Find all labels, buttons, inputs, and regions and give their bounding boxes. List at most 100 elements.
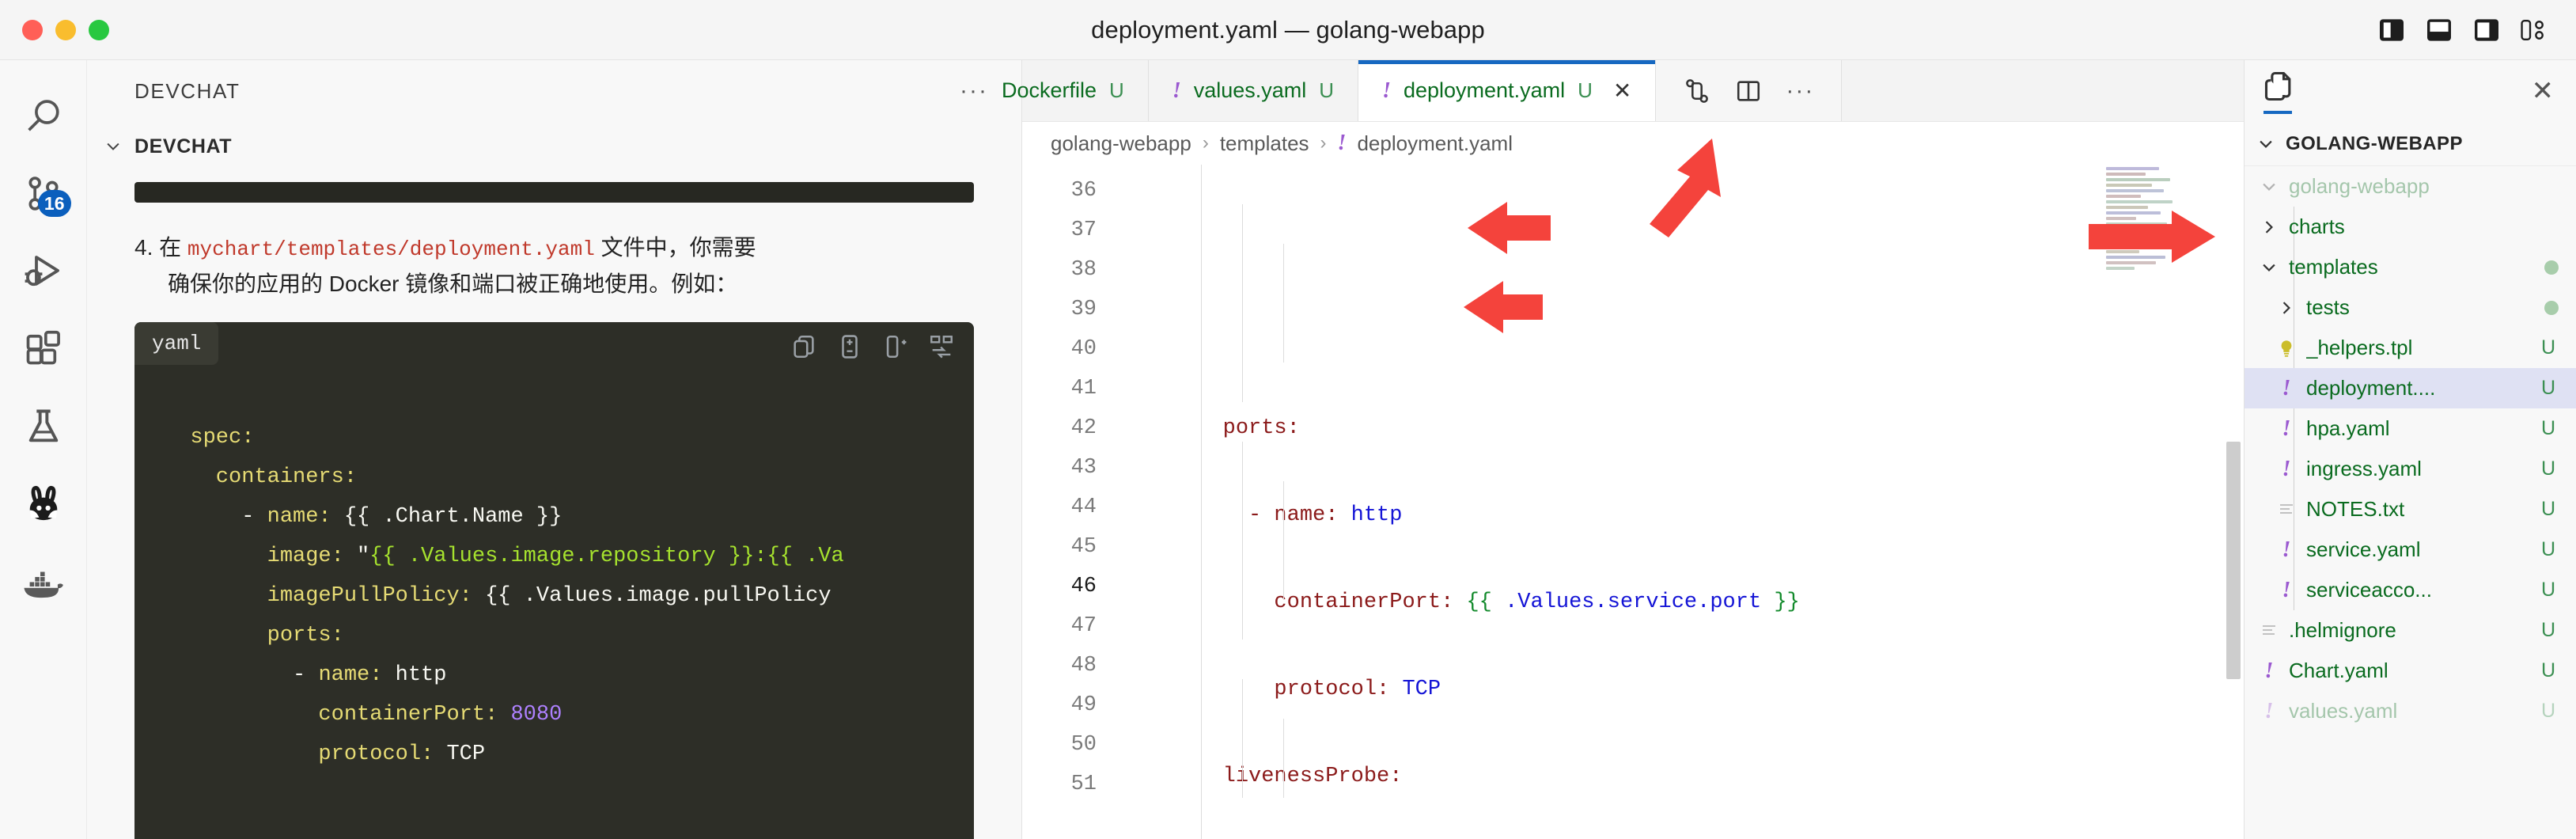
editor-more-actions-button[interactable]: ··· xyxy=(1786,79,1814,103)
tree-item-status: U xyxy=(2538,619,2559,642)
explorer-root-header[interactable]: GOLANG-WEBAPP xyxy=(2245,122,2576,166)
tree-item-status: U xyxy=(2538,498,2559,521)
text-file-icon xyxy=(2276,500,2297,519)
line-number-gutter: 36 37 38 39 40 41 42 43 44 45 46 47 48 4… xyxy=(1022,165,1116,839)
editor-minimap[interactable] xyxy=(2106,165,2182,355)
toggle-secondary-sidebar-icon[interactable] xyxy=(2473,18,2500,42)
customize-layout-icon[interactable] xyxy=(2521,18,2548,42)
compare-icon[interactable] xyxy=(1683,77,1711,105)
tab-git-status: U xyxy=(1578,78,1593,103)
tab-git-status: U xyxy=(1319,78,1334,103)
tree-item-status: U xyxy=(2538,417,2559,440)
tab-dockerfile[interactable]: Dockerfile U xyxy=(1022,60,1149,121)
code-line[interactable]: ports: xyxy=(1116,408,2244,448)
toggle-primary-sidebar-icon[interactable] xyxy=(2378,18,2405,42)
search-icon xyxy=(23,96,64,137)
title-bar: deployment.yaml — golang-webapp xyxy=(0,0,2576,60)
breadcrumb-item-file[interactable]: deployment.yaml xyxy=(1357,131,1513,156)
open-editors-icon[interactable] xyxy=(2262,69,2297,114)
close-sidebar-button[interactable]: ✕ xyxy=(2532,78,2556,104)
breadcrumb: golang-webapp › templates › ! deployment… xyxy=(1022,122,2244,165)
previous-code-block-edge xyxy=(134,182,974,203)
devchat-section-label: DEVCHAT xyxy=(134,135,232,158)
diff-icon[interactable] xyxy=(928,333,955,360)
tree-item-service-yaml[interactable]: ! service.yaml U xyxy=(2245,530,2576,570)
line-number: 47 xyxy=(1022,606,1097,646)
activity-item-devchat[interactable] xyxy=(0,465,87,543)
code-line[interactable]: - name: http xyxy=(1116,495,2244,535)
devchat-more-actions-button[interactable]: ··· xyxy=(960,79,988,103)
tree-item-status: U xyxy=(2538,336,2559,359)
tab-label: deployment.yaml xyxy=(1404,78,1565,103)
tree-item-label: templates xyxy=(2289,255,2535,279)
new-file-icon[interactable] xyxy=(882,333,909,360)
code-line[interactable]: livenessProbe: xyxy=(1116,757,2244,796)
activity-item-source-control[interactable]: 16 xyxy=(0,155,87,233)
code-editor[interactable]: 36 37 38 39 40 41 42 43 44 45 46 47 48 4… xyxy=(1022,165,2244,839)
code-content[interactable]: ports: - name: http containerPort: {{ .V… xyxy=(1116,165,2244,839)
activity-item-testing[interactable] xyxy=(0,388,87,465)
line-number: 39 xyxy=(1022,290,1097,329)
tree-item-charts[interactable]: charts xyxy=(2245,207,2576,247)
tree-item-templates[interactable]: templates xyxy=(2245,247,2576,287)
tree-item-helmignore[interactable]: .helmignore U xyxy=(2245,610,2576,651)
editor-tabs: Dockerfile U ! values.yaml U ! deploymen… xyxy=(1022,60,2244,122)
activity-item-run-and-debug[interactable] xyxy=(0,233,87,310)
text-file-icon xyxy=(2259,621,2279,640)
tree-item-status: U xyxy=(2538,659,2559,682)
tree-item-label: tests xyxy=(2306,295,2535,320)
tree-item-label: serviceacco... xyxy=(2306,578,2529,602)
activity-item-extensions[interactable] xyxy=(0,310,87,388)
copy-icon[interactable] xyxy=(790,333,817,360)
tab-git-status: U xyxy=(1109,78,1124,103)
devchat-section-header[interactable]: DEVCHAT xyxy=(87,122,1021,171)
vscode-window: deployment.yaml — golang-webapp xyxy=(0,0,2576,839)
breadcrumb-item-project[interactable]: golang-webapp xyxy=(1051,131,1191,156)
tree-item-label: _helpers.tpl xyxy=(2306,336,2529,360)
scrollbar-thumb[interactable] xyxy=(2226,442,2241,679)
code-block-actions xyxy=(790,333,955,360)
tree-item-tests[interactable]: tests xyxy=(2245,287,2576,328)
code-line[interactable]: containerPort: {{ .Values.service.port }… xyxy=(1116,583,2244,622)
tree-item-label: values.yaml xyxy=(2289,699,2529,723)
git-modified-dot xyxy=(2544,301,2559,315)
editor-scrollbar[interactable] xyxy=(2222,165,2244,839)
line-number: 41 xyxy=(1022,369,1097,408)
assistant-message: 4. 在 mychart/templates/deployment.yaml 文… xyxy=(87,203,1021,302)
line-number: 49 xyxy=(1022,685,1097,725)
breadcrumb-item-folder[interactable]: templates xyxy=(1220,131,1309,156)
activity-item-search[interactable] xyxy=(0,78,87,155)
rabbit-icon xyxy=(21,482,66,526)
tree-item-deployment-yaml[interactable]: ! deployment.... U xyxy=(2245,368,2576,408)
git-modified-dot xyxy=(2544,260,2559,275)
code-line[interactable]: protocol: TCP xyxy=(1116,670,2244,709)
tree-item-hpa-yaml[interactable]: ! hpa.yaml U xyxy=(2245,408,2576,449)
devchat-panel-title: DEVCHAT xyxy=(134,79,241,104)
close-tab-button[interactable]: ✕ xyxy=(1613,78,1631,104)
tree-item-values-yaml[interactable]: ! values.yaml U xyxy=(2245,691,2576,731)
editor-toolbar: ··· xyxy=(1656,60,1842,121)
inline-code-path: mychart/templates/deployment.yaml xyxy=(188,237,595,261)
tree-item-notes-txt[interactable]: NOTES.txt U xyxy=(2245,489,2576,530)
tree-item-serviceaccount-yaml[interactable]: ! serviceacco... U xyxy=(2245,570,2576,610)
tree-item-helpers-tpl[interactable]: _helpers.tpl U xyxy=(2245,328,2576,368)
toggle-panel-icon[interactable] xyxy=(2426,18,2453,42)
list-number: 4. xyxy=(134,235,159,260)
tree-item-ingress-yaml[interactable]: ! ingress.yaml U xyxy=(2245,449,2576,489)
devchat-code-block: yaml xyxy=(134,322,974,839)
tree-item-label: deployment.... xyxy=(2306,376,2529,401)
chevron-down-icon xyxy=(104,138,122,155)
tree-item-chart-yaml[interactable]: ! Chart.yaml U xyxy=(2245,651,2576,691)
tab-values-yaml[interactable]: ! values.yaml U xyxy=(1149,60,1358,121)
tree-item-golang-webapp[interactable]: golang-webapp xyxy=(2245,166,2576,207)
line-number: 50 xyxy=(1022,725,1097,765)
activity-item-docker[interactable] xyxy=(0,543,87,621)
insert-code-icon[interactable] xyxy=(836,333,863,360)
yaml-warning-icon: ! xyxy=(2276,537,2297,563)
tree-item-label: charts xyxy=(2289,214,2529,239)
code-block-header: yaml xyxy=(134,322,974,371)
split-editor-icon[interactable] xyxy=(1735,78,1762,104)
tree-item-label: golang-webapp xyxy=(2289,174,2529,199)
run-debug-icon xyxy=(22,250,65,293)
tab-deployment-yaml[interactable]: ! deployment.yaml U ✕ xyxy=(1358,60,1656,121)
